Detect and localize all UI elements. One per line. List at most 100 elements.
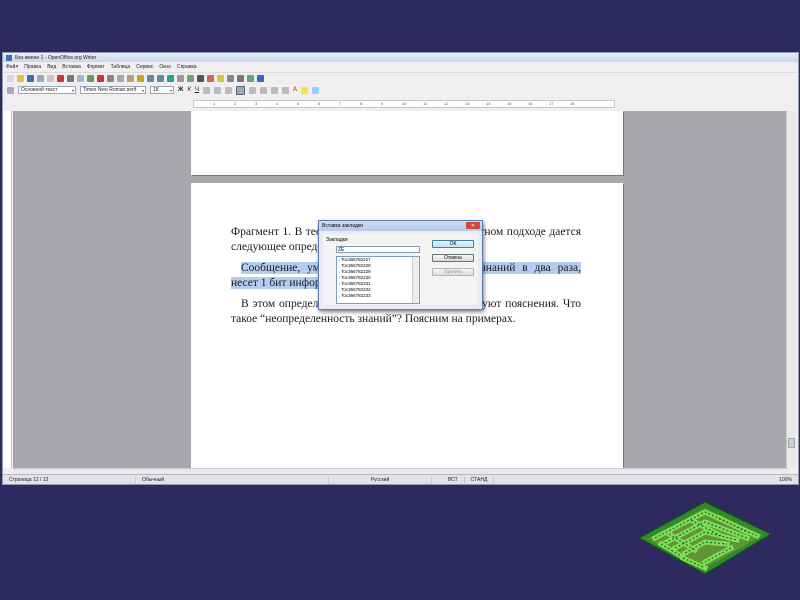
dialog-title: Вставка закладки — [322, 223, 363, 229]
cut-icon[interactable] — [107, 75, 114, 82]
spellcheck-icon[interactable] — [87, 75, 94, 82]
bookmarks-label: Закладки — [326, 237, 348, 243]
copy-icon[interactable] — [117, 75, 124, 82]
chevron-down-icon: ▾ — [169, 88, 172, 93]
list-item[interactable]: Toc366782233 — [337, 293, 419, 299]
previous-page — [191, 111, 623, 175]
insert-mode[interactable]: ВСТ — [442, 476, 465, 483]
ruler-tick: 11 — [423, 101, 428, 106]
app-icon — [6, 54, 12, 61]
table-icon[interactable] — [177, 75, 184, 82]
font-size-select[interactable]: 18 ▾ — [150, 86, 174, 94]
menu-file[interactable]: Файл — [6, 64, 18, 70]
bullets-icon[interactable] — [259, 86, 267, 94]
save-icon[interactable] — [27, 75, 34, 82]
ruler-tick: 4 — [276, 101, 279, 106]
maze-decoration — [637, 501, 773, 575]
styles-icon[interactable] — [7, 86, 14, 94]
chevron-down-icon: ▾ — [71, 88, 74, 93]
menu-tools[interactable]: Сервис — [136, 64, 153, 70]
zoom-icon[interactable] — [247, 75, 254, 82]
horizontal-ruler: 1 2 3 4 5 6 7 8 9 10 11 12 13 14 15 16 1… — [193, 100, 615, 108]
justify-icon[interactable] — [235, 85, 245, 95]
align-center-icon[interactable] — [213, 86, 221, 94]
language-indicator[interactable]: Русский — [329, 476, 432, 483]
page-style: Обычный — [136, 476, 329, 483]
nonprint-icon[interactable] — [237, 75, 244, 82]
ruler-tick: 7 — [339, 101, 342, 106]
menu-table[interactable]: Таблица — [111, 64, 131, 70]
decrease-indent-icon[interactable] — [270, 86, 278, 94]
edit-icon[interactable] — [47, 75, 54, 82]
find-icon[interactable] — [197, 75, 204, 82]
ruler-tick: 18 — [570, 101, 575, 106]
highlight-icon[interactable] — [301, 86, 308, 94]
align-left-icon[interactable] — [202, 86, 210, 94]
redo-icon[interactable] — [157, 75, 164, 82]
menu-edit[interactable]: Правка — [24, 64, 41, 70]
ruler-tick: 17 — [549, 101, 554, 106]
font-name-value: Times New Roman;serif — [83, 87, 137, 93]
menu-insert[interactable]: Вставка — [62, 64, 81, 70]
menu-window[interactable]: Окно — [159, 64, 171, 70]
ruler-tick: 15 — [507, 101, 512, 106]
background-color-icon[interactable] — [312, 86, 319, 94]
ruler-tick: 13 — [465, 101, 470, 106]
menu-view[interactable]: Вид — [47, 64, 56, 70]
paste-icon[interactable] — [127, 75, 134, 82]
formatting-toolbar: Основной текст ▾ Times New Roman;serif ▾… — [3, 84, 798, 96]
ruler-tick: 16 — [528, 101, 533, 106]
print-icon[interactable] — [67, 75, 74, 82]
ruler-tick: 9 — [381, 101, 384, 106]
bookmark-name-input[interactable]: ZЕ — [336, 246, 420, 253]
standard-toolbar — [3, 72, 798, 84]
status-bar: Страница 12 / 13 Обычный Русский ВСТ СТА… — [3, 474, 798, 484]
pdf-icon[interactable] — [57, 75, 64, 82]
underline-icon[interactable]: Ч — [195, 87, 199, 93]
cancel-button[interactable]: Отмена — [432, 254, 474, 262]
ok-button[interactable]: ОК — [432, 240, 474, 248]
open-icon[interactable] — [17, 75, 24, 82]
undo-icon[interactable] — [147, 75, 154, 82]
font-name-select[interactable]: Times New Roman;serif ▾ — [80, 86, 146, 94]
bookmark-list[interactable]: Toc366782227 Toc366782228 Toc366782229 T… — [336, 256, 420, 304]
list-scrollbar[interactable] — [412, 257, 419, 303]
email-icon[interactable] — [37, 75, 44, 82]
close-icon[interactable]: ✕ — [466, 222, 480, 229]
show-draw-icon[interactable] — [187, 75, 194, 82]
scrollbar-thumb[interactable] — [788, 438, 795, 448]
bold-icon[interactable]: Ж — [178, 87, 183, 93]
navigator-icon[interactable] — [207, 75, 214, 82]
autospell-icon[interactable] — [97, 75, 104, 82]
datasource-icon[interactable] — [227, 75, 234, 82]
numbering-icon[interactable] — [248, 86, 256, 94]
paragraph-style-select[interactable]: Основной текст ▾ — [18, 86, 76, 94]
insert-bookmark-dialog: Вставка закладки ✕ Закладки ZЕ Toc366782… — [318, 220, 483, 310]
title-bar: Без имени 1 - OpenOffice.org Writer — [3, 53, 798, 62]
hyperlink-icon[interactable] — [167, 75, 174, 82]
ruler-tick: 1 — [213, 101, 216, 106]
delete-button[interactable]: Удалить — [432, 268, 474, 276]
ruler-tick: 8 — [360, 101, 363, 106]
help-icon[interactable] — [257, 75, 264, 82]
font-size-value: 18 — [153, 87, 159, 93]
menu-help[interactable]: Справка — [177, 64, 197, 70]
ruler-tick: 10 — [402, 101, 407, 106]
italic-icon[interactable]: К — [187, 87, 191, 93]
ruler-tick: 5 — [297, 101, 300, 106]
font-color-icon[interactable]: A — [293, 87, 297, 93]
brush-icon[interactable] — [137, 75, 144, 82]
selection-mode[interactable]: СТАНД — [465, 476, 495, 483]
vertical-scrollbar[interactable] — [786, 111, 796, 468]
preview-icon[interactable] — [77, 75, 84, 82]
increase-indent-icon[interactable] — [281, 86, 289, 94]
new-icon[interactable] — [7, 75, 14, 82]
menu-format[interactable]: Формат — [87, 64, 105, 70]
ruler-tick: 12 — [444, 101, 449, 106]
zoom-level[interactable]: 100% — [773, 477, 798, 483]
ruler-tick: 6 — [318, 101, 321, 106]
gallery-icon[interactable] — [217, 75, 224, 82]
paragraph-style-value: Основной текст — [21, 87, 58, 93]
align-right-icon[interactable] — [224, 86, 232, 94]
dialog-body: Закладки ZЕ Toc366782227 Toc366782228 To… — [323, 234, 478, 305]
